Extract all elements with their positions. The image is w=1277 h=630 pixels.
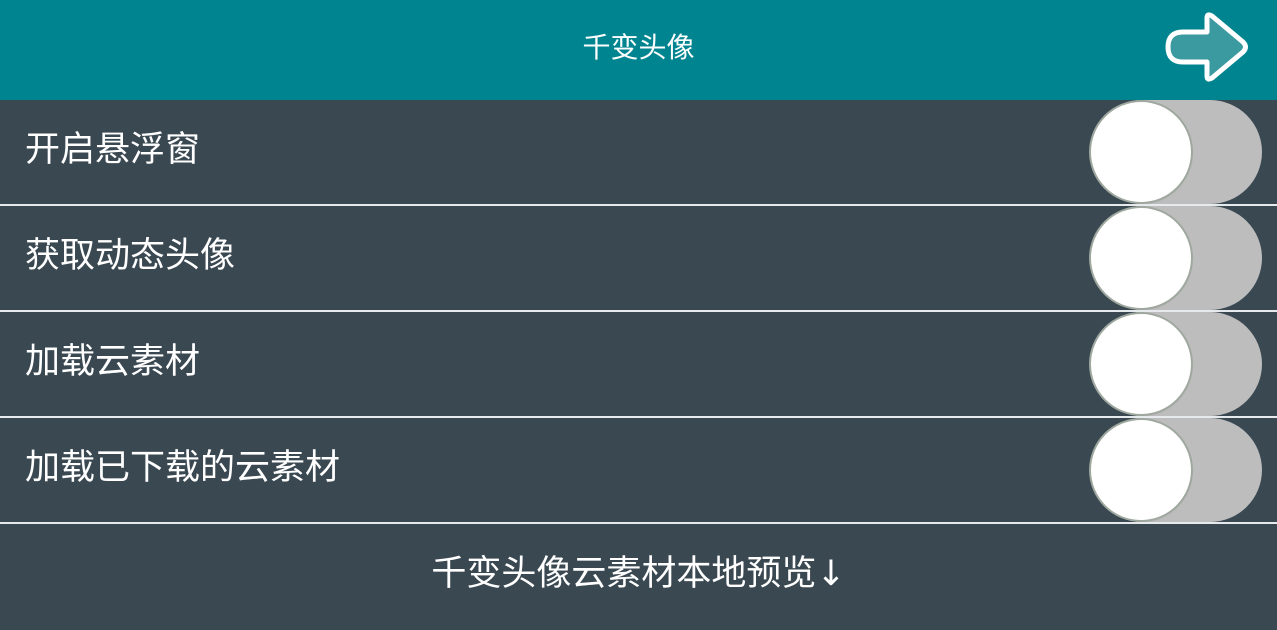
setting-row-cloud-assets: 加载云素材 [0,312,1277,416]
toggle-knob [1091,420,1191,520]
setting-row-floating-window: 开启悬浮窗 [0,100,1277,204]
setting-label-cloud-assets: 加载云素材 [25,342,201,382]
setting-label-downloaded-cloud-assets: 加载已下载的云素材 [25,448,341,488]
toggle-knob [1091,102,1191,202]
toggle-floating-window[interactable] [1090,100,1262,204]
toggle-knob [1091,208,1191,308]
setting-row-dynamic-avatar: 获取动态头像 [0,206,1277,310]
toggle-downloaded-cloud-assets[interactable] [1090,418,1262,522]
local-preview-button[interactable]: 千变头像云素材本地预览↓ [0,524,1277,630]
setting-label-dynamic-avatar: 获取动态头像 [25,236,236,276]
toggle-dynamic-avatar[interactable] [1090,206,1262,310]
title-bar: 千变头像 [0,0,1277,100]
toggle-cloud-assets[interactable] [1090,312,1262,416]
arrow-right-icon [1165,12,1248,82]
app-screen: 千变头像 开启悬浮窗 获取动态头像 加载云素材 加载已下载的云素材 千变头像云素… [0,0,1277,630]
exit-button[interactable] [1163,11,1253,83]
setting-row-downloaded-cloud-assets: 加载已下载的云素材 [0,418,1277,522]
setting-label-floating-window: 开启悬浮窗 [25,130,201,170]
toggle-knob [1091,314,1191,414]
page-title: 千变头像 [582,31,695,64]
